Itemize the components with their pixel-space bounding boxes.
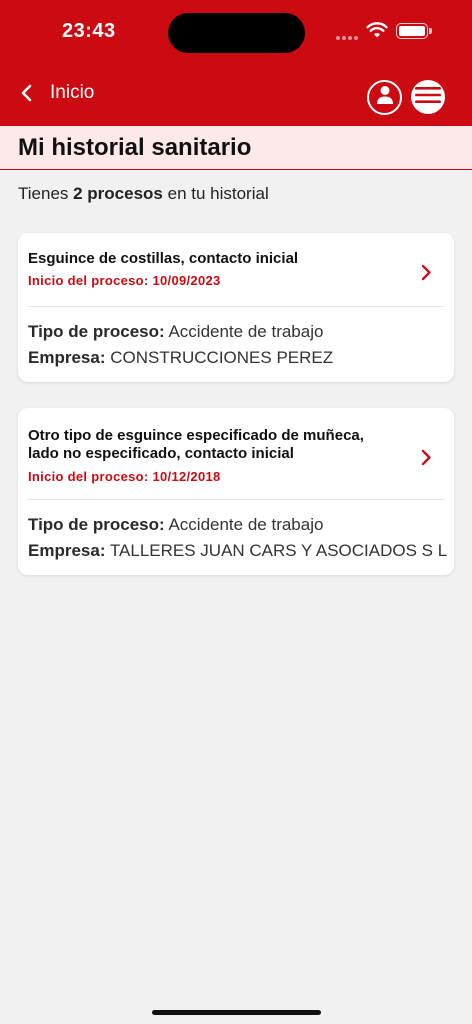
- chevron-right-icon: [421, 264, 432, 286]
- card-divider: [28, 306, 444, 307]
- title-band: Mi historial sanitario: [0, 126, 472, 170]
- hamburger-menu-icon: [415, 86, 441, 109]
- process-company: Empresa: TALLERES JUAN CARS Y ASOCIADOS …: [28, 538, 448, 564]
- process-title: Esguince de costillas, contacto inicial: [28, 250, 299, 267]
- process-type-label: Tipo de proceso:: [28, 515, 165, 534]
- chevron-left-icon: [20, 84, 32, 102]
- process-card[interactable]: Otro tipo de esguince especificado de mu…: [18, 408, 454, 575]
- process-title-line-2: lado no especificado, contacto inicial: [28, 445, 294, 462]
- menu-button[interactable]: [411, 80, 445, 114]
- back-button[interactable]: Inicio: [20, 82, 94, 104]
- process-company-label: Empresa:: [28, 348, 106, 367]
- process-start-date: Inicio del proceso: 10/12/2018: [28, 469, 221, 484]
- app-header: 23:43 Inicio: [0, 0, 472, 126]
- user-icon: [376, 85, 394, 110]
- dynamic-island: [168, 13, 305, 53]
- process-company-value: TALLERES JUAN CARS Y ASOCIADOS S L: [109, 541, 448, 560]
- page-title: Mi historial sanitario: [18, 134, 252, 161]
- back-label: Inicio: [50, 82, 95, 103]
- battery-icon: [396, 23, 432, 39]
- summary-prefix: Tienes: [18, 184, 74, 203]
- chevron-right-icon: [421, 449, 432, 471]
- process-company-label: Empresa:: [28, 541, 106, 560]
- process-card[interactable]: Esguince de costillas, contacto inicial …: [18, 233, 454, 382]
- summary-suffix: en tu historial: [162, 184, 269, 203]
- user-profile-button[interactable]: [367, 80, 402, 115]
- process-title-line-1: Otro tipo de esguince especificado de mu…: [28, 427, 364, 444]
- process-company-value: CONSTRUCCIONES PEREZ: [110, 348, 334, 367]
- process-type-label: Tipo de proceso:: [28, 322, 165, 341]
- history-summary: Tienes 2 procesos en tu historial: [18, 184, 269, 204]
- process-start-date: Inicio del proceso: 10/09/2023: [28, 273, 221, 288]
- wifi-icon: [366, 21, 388, 44]
- process-type-value: Accidente de trabajo: [168, 322, 324, 341]
- process-type-value: Accidente de trabajo: [168, 515, 324, 534]
- status-time: 23:43: [62, 20, 116, 42]
- card-divider: [28, 499, 444, 500]
- process-company: Empresa: CONSTRUCCIONES PEREZ: [28, 345, 448, 371]
- cellular-signal-icon: [336, 36, 358, 40]
- process-type: Tipo de proceso: Accidente de trabajo: [28, 512, 448, 538]
- summary-count: 2 procesos: [73, 184, 163, 203]
- process-type: Tipo de proceso: Accidente de trabajo: [28, 319, 448, 345]
- home-indicator[interactable]: [152, 1010, 321, 1015]
